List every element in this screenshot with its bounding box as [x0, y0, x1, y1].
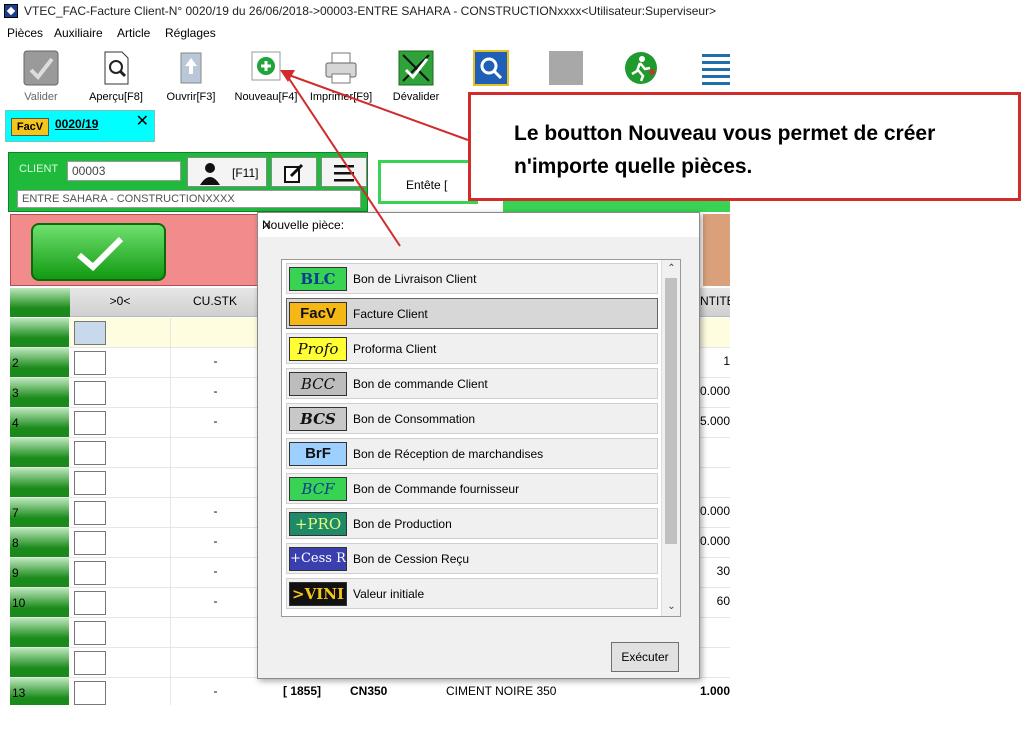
vini-icon: >VINI	[289, 582, 347, 606]
entete-tab[interactable]: Entête [	[378, 160, 478, 204]
validate-big-button[interactable]	[31, 223, 166, 281]
callout-text: Le boutton Nouveau vous permet de créer …	[514, 122, 936, 178]
status-panel	[10, 214, 260, 286]
execute-button[interactable]: Exécuter	[611, 642, 679, 672]
row-checkbox[interactable]	[74, 441, 106, 465]
document-type-list[interactable]: BLC Bon de Livraison Client FacV Facture…	[281, 259, 681, 617]
unvalidate-icon	[398, 50, 434, 86]
nouveau-button[interactable]: Nouveau[F4]	[226, 45, 306, 107]
app-icon	[4, 4, 18, 18]
apercu-button[interactable]: Aperçu[F8]	[76, 45, 156, 107]
brf-icon: BrF	[289, 442, 347, 466]
row-checkbox[interactable]	[74, 411, 106, 435]
bcf-icon: BCF	[289, 477, 347, 501]
menu-lines-icon	[334, 165, 354, 182]
list-item-bcc[interactable]: BCC Bon de commande Client	[286, 368, 658, 399]
imprimer-button[interactable]: Imprimer[F9]	[301, 45, 381, 107]
list-item-facture-client[interactable]: FacV Facture Client	[286, 298, 658, 329]
article-designation: CIMENT NOIRE 350	[446, 684, 557, 698]
client-label: CLIENT	[19, 163, 59, 175]
entete-label: Entête [	[406, 178, 448, 192]
menu-icon	[702, 54, 730, 85]
proforma-icon: Profo	[289, 337, 347, 361]
row-checkbox[interactable]	[74, 381, 106, 405]
col-header-quantite: NTITE	[700, 294, 730, 308]
add-icon	[251, 51, 281, 81]
checkmark-icon	[77, 236, 124, 272]
row-checkbox[interactable]	[74, 351, 106, 375]
edit-icon	[284, 163, 304, 183]
f11-label: [F11]	[232, 166, 259, 180]
row-checkbox[interactable]	[74, 321, 106, 345]
printer-icon	[325, 52, 357, 84]
bcc-icon: BCC	[289, 372, 347, 396]
close-tab-icon[interactable]: ✕	[136, 111, 149, 131]
table-row[interactable]: 13 - [ 1855] CN350 CIMENT NOIRE 350 1.00…	[10, 678, 730, 705]
new-document-dialog: Nouvelle pièce: ✕ BLC Bon de Livraison C…	[257, 212, 700, 679]
menu-article[interactable]: Article	[117, 26, 150, 40]
doc-number: 0020/19	[55, 117, 99, 131]
scroll-up-icon[interactable]: ⌃	[662, 260, 681, 277]
list-item-production[interactable]: +PRO Bon de Production	[286, 508, 658, 539]
document-tab[interactable]: FacV 0020/19 ✕	[5, 110, 155, 142]
devalider-button[interactable]: Dévalider	[376, 45, 456, 107]
article-ref: [ 1855]	[282, 684, 322, 698]
row-checkbox[interactable]	[74, 681, 106, 705]
row-checkbox[interactable]	[74, 501, 106, 525]
title-bar: VTEC_FAC-Facture Client-N° 0020/19 du 26…	[0, 0, 730, 22]
client-code-field[interactable]: 00003	[67, 161, 181, 181]
row-checkbox[interactable]	[74, 591, 106, 615]
list-item-proforma[interactable]: Profo Proforma Client	[286, 333, 658, 364]
side-panel	[703, 214, 730, 286]
exit-runner-icon	[625, 52, 657, 84]
scroll-thumb[interactable]	[665, 278, 677, 544]
list-item-valeur-initiale[interactable]: >VINI Valeur initiale	[286, 578, 658, 609]
menu-auxiliaire[interactable]: Auxiliaire	[54, 26, 103, 40]
list-item-bcf[interactable]: BCF Bon de Commande fournisseur	[286, 473, 658, 504]
menu-reglages[interactable]: Réglages	[165, 26, 216, 40]
list-item-cession[interactable]: +Cess R Bon de Cession Reçu	[286, 543, 658, 574]
client-panel: CLIENT 00003 [F11] ENTRE SAHARA - CONSTR…	[8, 152, 368, 212]
row-checkbox[interactable]	[74, 621, 106, 645]
list-item-bcs[interactable]: BCS Bon de Consommation	[286, 403, 658, 434]
close-icon[interactable]: ✕	[262, 218, 691, 232]
search-icon	[473, 50, 509, 86]
ouvrir-button[interactable]: Ouvrir[F3]	[151, 45, 231, 107]
header-strip	[503, 200, 730, 212]
blank-icon	[549, 51, 583, 85]
col-header-custk: CU.STK	[192, 294, 237, 308]
list-scrollbar[interactable]: ⌃ ⌄	[661, 260, 680, 616]
help-callout: Le boutton Nouveau vous permet de créer …	[468, 92, 1021, 201]
col-header-flag: >0<	[109, 294, 131, 308]
menu-bar: Pièces Auxiliaire Article Réglages	[0, 22, 730, 44]
blc-icon: BLC	[289, 267, 347, 291]
open-icon	[180, 52, 202, 84]
row-checkbox[interactable]	[74, 531, 106, 555]
bcs-icon: BCS	[289, 407, 347, 431]
client-lookup-button[interactable]: [F11]	[187, 157, 267, 187]
menu-pieces[interactable]: Pièces	[7, 26, 43, 40]
cession-icon: +Cess R	[289, 547, 347, 571]
client-menu-button[interactable]	[321, 157, 367, 187]
production-icon: +PRO	[289, 512, 347, 536]
person-icon	[200, 163, 220, 185]
doc-type-badge: FacV	[11, 118, 49, 136]
validate-icon	[23, 50, 59, 86]
row-checkbox[interactable]	[74, 651, 106, 675]
facv-icon: FacV	[289, 302, 347, 326]
list-item-blc[interactable]: BLC Bon de Livraison Client	[286, 263, 658, 294]
client-name-field[interactable]: ENTRE SAHARA - CONSTRUCTIONXXXX	[17, 190, 361, 208]
preview-icon	[104, 51, 129, 85]
window-title: VTEC_FAC-Facture Client-N° 0020/19 du 26…	[24, 4, 717, 18]
valider-button[interactable]: Valider	[1, 45, 81, 107]
scroll-down-icon[interactable]: ⌄	[662, 598, 681, 615]
row-checkbox[interactable]	[74, 561, 106, 585]
dialog-title-bar: Nouvelle pièce: ✕	[258, 213, 699, 237]
article-code: CN350	[350, 684, 388, 698]
row-checkbox[interactable]	[74, 471, 106, 495]
list-item-brf[interactable]: BrF Bon de Réception de marchandises	[286, 438, 658, 469]
client-edit-button[interactable]	[271, 157, 317, 187]
